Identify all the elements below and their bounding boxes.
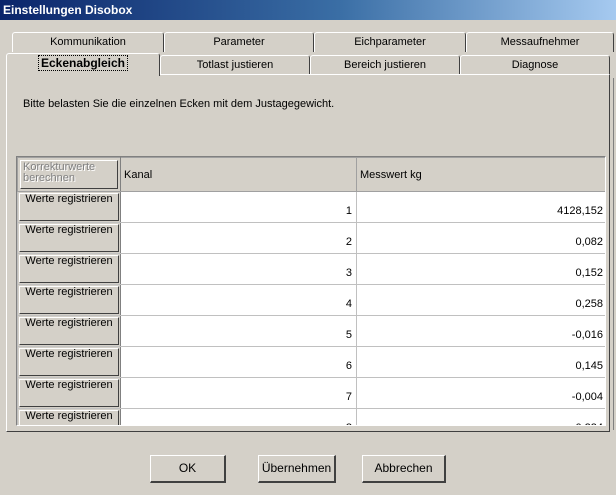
table-row: Werte registrieren 3 0,152 [17, 253, 605, 285]
instruction-text: Bitte belasten Sie die einzelnen Ecken m… [23, 98, 335, 110]
tab-totlast-justieren[interactable]: Totlast justieren [160, 55, 310, 75]
messwert-cell: 0,152 [356, 253, 605, 285]
window-title: Einstellungen Disobox [0, 0, 616, 20]
table-row: Werte registrieren 7 -0,004 [17, 377, 605, 409]
column-header-messwert: Messwert kg [356, 157, 605, 192]
register-values-button[interactable]: Werte registrieren [19, 317, 119, 345]
messwert-cell: 0,082 [356, 222, 605, 254]
register-values-button[interactable]: Werte registrieren [19, 286, 119, 314]
table-row: Werte registrieren 5 -0,016 [17, 315, 605, 347]
tab-panel-eckenabgleich: Bitte belasten Sie die einzelnen Ecken m… [6, 74, 610, 432]
tab-eichparameter[interactable]: Eichparameter [314, 32, 466, 52]
messwert-cell: 0,234 [356, 408, 605, 425]
column-header-kanal: Kanal [120, 157, 357, 192]
messwert-cell: -0,016 [356, 315, 605, 347]
register-values-button[interactable]: Werte registrieren [19, 379, 119, 407]
messwert-cell: 0,145 [356, 346, 605, 378]
table-row: Werte registrieren 2 0,082 [17, 222, 605, 254]
tab-messaufnehmer[interactable]: Messaufnehmer [466, 32, 614, 52]
register-values-button[interactable]: Werte registrieren [19, 193, 119, 221]
kanal-cell: 4 [120, 284, 357, 316]
register-values-button[interactable]: Werte registrieren [19, 410, 119, 425]
kanal-cell: 8 [120, 408, 357, 425]
tab-eckenabgleich-label: Eckenabgleich [37, 55, 129, 71]
kanal-cell: 3 [120, 253, 357, 285]
table-row: Werte registrieren 4 0,258 [17, 284, 605, 316]
kanal-cell: 5 [120, 315, 357, 347]
tab-parameter[interactable]: Parameter [164, 32, 314, 52]
kanal-cell: 2 [120, 222, 357, 254]
tab-diagnose[interactable]: Diagnose [460, 55, 610, 75]
tab-frame-edge [613, 78, 615, 430]
tab-kommunikation[interactable]: Kommunikation [12, 32, 164, 52]
messwert-cell: -0,004 [356, 377, 605, 409]
messwert-cell: 0,258 [356, 284, 605, 316]
register-values-button[interactable]: Werte registrieren [19, 255, 119, 283]
ok-button[interactable]: OK [150, 455, 226, 483]
table-row: Werte registrieren 6 0,145 [17, 346, 605, 378]
table-row: Werte registrieren 8 0,234 [17, 408, 605, 425]
kanal-cell: 6 [120, 346, 357, 378]
channel-grid: Korrekturwerte berechnen Kanal Messwert … [16, 156, 606, 426]
messwert-cell: 4128,152 [356, 191, 605, 223]
table-row: Werte registrieren 1 4128,152 [17, 191, 605, 223]
tab-bereich-justieren[interactable]: Bereich justieren [310, 55, 460, 75]
register-values-button[interactable]: Werte registrieren [19, 348, 119, 376]
register-values-button[interactable]: Werte registrieren [19, 224, 119, 252]
apply-button[interactable]: Übernehmen [258, 455, 336, 483]
kanal-cell: 7 [120, 377, 357, 409]
kanal-cell: 1 [120, 191, 357, 223]
tab-eckenabgleich[interactable]: Eckenabgleich [6, 53, 160, 76]
calculate-corrections-button[interactable]: Korrekturwerte berechnen [20, 160, 118, 189]
cancel-button[interactable]: Abbrechen [362, 455, 446, 483]
